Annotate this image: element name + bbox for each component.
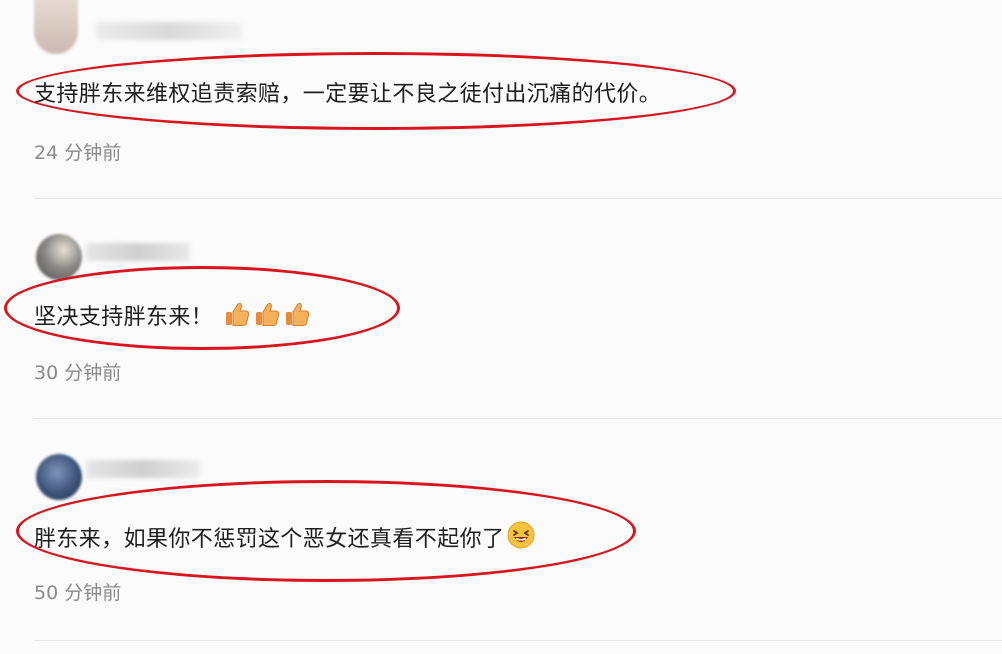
comment-text: 胖东来，如果你不惩罚这个恶女还真看不起你了 (34, 520, 536, 559)
username-blurred[interactable] (86, 460, 200, 478)
comment-timestamp: 50 分钟前 (34, 582, 122, 604)
comment-text-body: 胖东来，如果你不惩罚这个恶女还真看不起你了 (34, 527, 505, 552)
comment-list: 支持胖东来维权追责索赔，一定要让不良之徒付出沉痛的代价。 24 分钟前 坚决支持… (0, 0, 1002, 654)
divider (34, 640, 1002, 641)
comment-item: 胖东来，如果你不惩罚这个恶女还真看不起你了 50 分钟前 (0, 0, 1002, 654)
laughing-face-icon (506, 520, 536, 559)
avatar[interactable] (36, 454, 82, 500)
